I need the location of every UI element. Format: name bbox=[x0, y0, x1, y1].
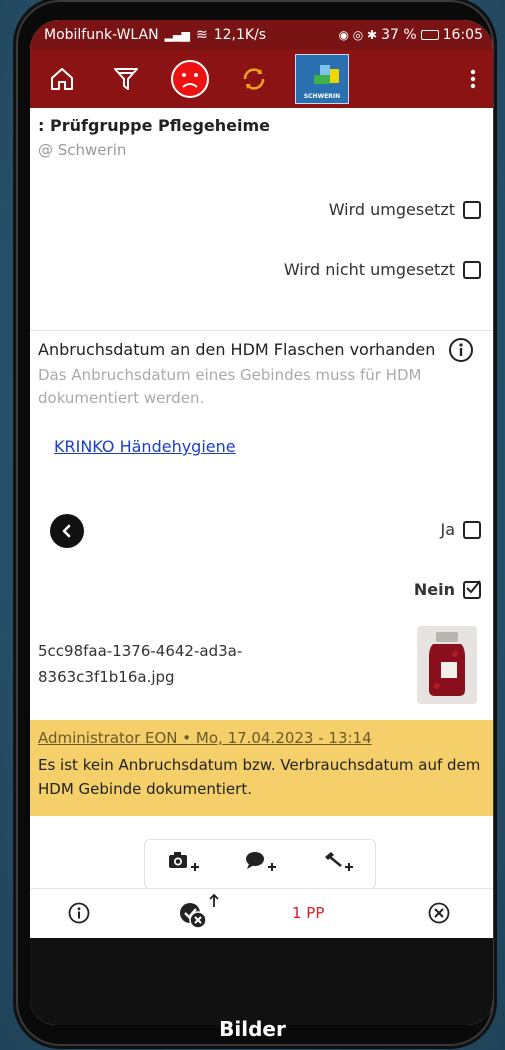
upload-status-button[interactable] bbox=[176, 893, 222, 935]
krinko-link[interactable]: KRINKO Händehygiene bbox=[54, 437, 236, 456]
filter-button[interactable] bbox=[94, 50, 158, 108]
option-wird-umgesetzt[interactable]: Wird umgesetzt bbox=[329, 200, 481, 219]
status-icons: ◉ ◎ ✱ bbox=[338, 28, 378, 42]
option-wird-nicht-umgesetzt[interactable]: Wird nicht umgesetzt bbox=[284, 260, 481, 279]
sync-button[interactable] bbox=[222, 50, 286, 108]
chevron-left-icon bbox=[62, 524, 71, 538]
question-title: Anbruchsdatum an den HDM Flaschen vorhan… bbox=[38, 340, 436, 359]
close-circle-icon bbox=[428, 902, 450, 924]
home-icon bbox=[51, 68, 73, 90]
images-label[interactable]: Bilder bbox=[0, 1017, 505, 1041]
app-toolbar: SCHWERIN bbox=[30, 50, 493, 108]
network-speed: 12,1K/s bbox=[213, 27, 267, 43]
answer-label: Nein bbox=[413, 580, 455, 599]
filter-icon bbox=[114, 68, 138, 90]
attachment-thumbnail[interactable] bbox=[417, 626, 477, 704]
info-icon bbox=[68, 902, 90, 924]
home-button[interactable] bbox=[30, 50, 94, 108]
logo-text: SCHWERIN bbox=[303, 93, 341, 100]
signal-icon: ▂▄▆ bbox=[164, 28, 190, 42]
answer-ja[interactable]: Ja bbox=[440, 520, 481, 539]
attachment-filename: 5cc98faa-1376-4642-ad3a-8363c3f1b16a.jpg bbox=[38, 642, 243, 686]
app-screen: Mobilfunk-WLAN ▂▄▆ ≋ 12,1K/s ◉ ◎ ✱ 37 % … bbox=[30, 20, 493, 1025]
network-name: Mobilfunk-WLAN bbox=[44, 27, 159, 43]
mood-button[interactable] bbox=[158, 50, 222, 108]
status-bar: Mobilfunk-WLAN ▂▄▆ ≋ 12,1K/s ◉ ◎ ✱ 37 % … bbox=[30, 20, 493, 50]
pp-count[interactable]: 1 PP bbox=[292, 904, 324, 922]
main-content: : Prüfgruppe Pflegeheime @ Schwerin Wird… bbox=[30, 108, 493, 889]
info-icon[interactable] bbox=[448, 337, 474, 363]
battery-icon bbox=[420, 30, 439, 40]
add-measure-button[interactable] bbox=[321, 849, 353, 879]
schwerin-logo: SCHWERIN bbox=[295, 54, 349, 104]
wifi-icon: ≋ bbox=[195, 27, 208, 43]
group-location: @ Schwerin bbox=[38, 141, 127, 159]
checkbox[interactable] bbox=[463, 260, 481, 279]
battery-level: 37 % bbox=[381, 27, 417, 43]
sync-icon bbox=[243, 68, 265, 90]
checkbox[interactable] bbox=[463, 200, 481, 219]
add-photo-button[interactable] bbox=[167, 849, 200, 879]
question-description: Das Anbruchsdatum eines Gebindes muss fü… bbox=[38, 366, 422, 407]
bottom-toolbar: 1 PP bbox=[30, 888, 493, 938]
hammer-plus-icon bbox=[324, 852, 353, 871]
answer-nein[interactable]: Nein bbox=[413, 579, 481, 599]
comment-author[interactable]: Administrator EON • Mo, 17.04.2023 - 13:… bbox=[38, 729, 372, 747]
attachment-actions bbox=[144, 839, 376, 889]
comment-text: Es ist kein Anbruchsdatum bzw. Verbrauch… bbox=[38, 756, 481, 798]
section-divider bbox=[30, 330, 493, 331]
comment-plus-icon bbox=[245, 852, 276, 871]
comment-box: Administrator EON • Mo, 17.04.2023 - 13:… bbox=[30, 720, 493, 816]
option-label: Wird nicht umgesetzt bbox=[283, 260, 455, 279]
add-comment-button[interactable] bbox=[244, 849, 276, 879]
answer-label: Ja bbox=[440, 520, 455, 539]
system-nav-area bbox=[30, 938, 493, 1025]
more-menu-button[interactable] bbox=[453, 50, 493, 108]
sad-face-icon bbox=[171, 60, 209, 98]
checkmark-icon bbox=[466, 579, 481, 593]
back-button[interactable] bbox=[50, 514, 84, 548]
option-label: Wird umgesetzt bbox=[328, 200, 455, 219]
info-button[interactable] bbox=[68, 902, 90, 928]
check-cancel-upload-icon bbox=[180, 893, 219, 929]
clock: 16:05 bbox=[442, 27, 483, 43]
logo-button[interactable]: SCHWERIN bbox=[286, 50, 358, 108]
camera-plus-icon bbox=[169, 852, 200, 871]
jar-photo-icon bbox=[417, 626, 477, 704]
more-vertical-icon bbox=[470, 69, 476, 89]
group-title: : Prüfgruppe Pflegeheime bbox=[38, 116, 270, 135]
checkbox-checked[interactable] bbox=[463, 579, 481, 599]
checkbox[interactable] bbox=[463, 520, 481, 539]
close-button[interactable] bbox=[428, 902, 450, 928]
